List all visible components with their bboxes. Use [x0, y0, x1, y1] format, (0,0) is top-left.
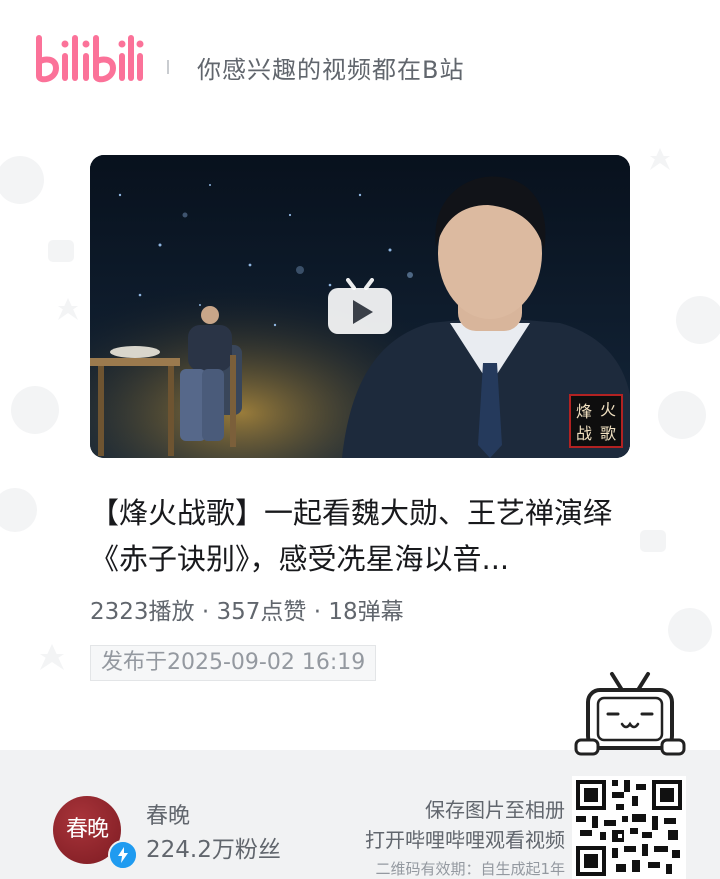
badge-char: 战: [576, 424, 592, 443]
avatar-text: 春晚: [65, 817, 109, 842]
open-hint: 打开哔哩哔哩观看视频: [365, 828, 565, 852]
qr-validity: 二维码有效期：自生成起1年: [375, 860, 565, 878]
badge-char: 火: [600, 400, 616, 419]
bilibili-logo[interactable]: [34, 30, 144, 86]
publish-time: 发布于2025-09-02 16:19: [90, 645, 377, 681]
like-count: 357点赞: [216, 599, 307, 625]
verified-icon: [108, 840, 138, 870]
stat-separator: ·: [194, 599, 217, 625]
video-cover[interactable]: 烽 火 战 歌: [90, 155, 630, 458]
slogan: 你感兴趣的视频都在B站: [197, 56, 465, 84]
save-hint: 保存图片至相册: [425, 798, 565, 822]
badge-char: 歌: [600, 424, 616, 443]
fan-count: 224.2万粉丝: [146, 837, 281, 863]
video-title[interactable]: 【烽火战歌】一起看魏大勋、王艺禅演绎《赤子诀别》，感受冼星海以音...: [90, 490, 635, 582]
play-count: 2323播放: [90, 599, 195, 625]
header: 你感兴趣的视频都在B站: [0, 0, 720, 110]
uploader-name[interactable]: 春晚: [146, 798, 190, 830]
tv-mascot-icon: [574, 672, 686, 756]
stat-separator: ·: [306, 599, 329, 625]
header-divider: [167, 60, 169, 74]
video-stats: 2323播放 · 357点赞 · 18弹幕: [90, 592, 404, 626]
badge-char: 烽: [576, 402, 592, 421]
danmaku-count: 18弹幕: [328, 599, 404, 625]
play-icon[interactable]: [326, 270, 394, 338]
qr-code[interactable]: [572, 776, 686, 879]
